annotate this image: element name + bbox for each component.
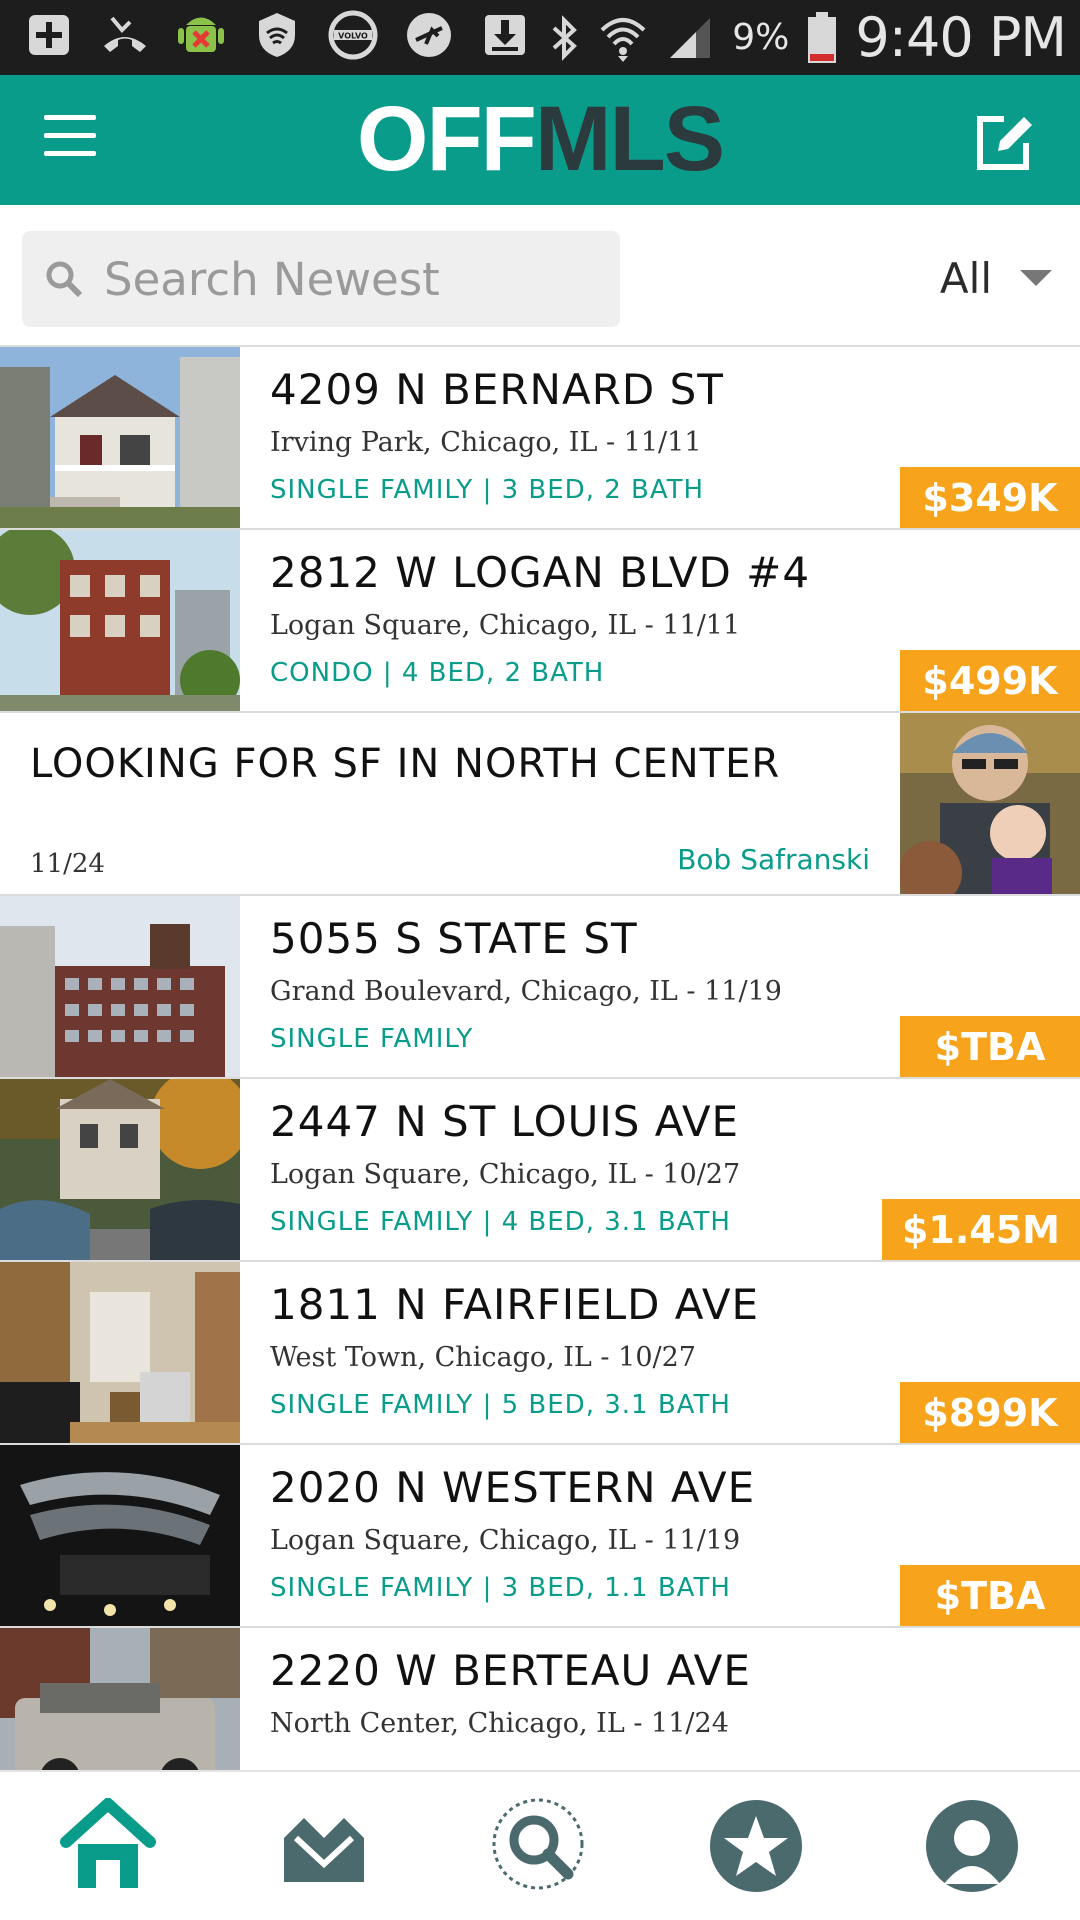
inbox-icon[interactable]: [269, 1791, 379, 1901]
clock: 9:40 PM: [855, 6, 1067, 69]
listing-photo: [0, 1445, 240, 1626]
listing-row[interactable]: 1811 N FAIRFIELD AVE West Town, Chicago,…: [0, 1262, 1080, 1445]
bottom-nav: [0, 1770, 1080, 1920]
listing-type: SINGLE FAMILY | 5 BED, 3.1 BATH: [270, 1390, 731, 1420]
price-badge: $499K: [900, 650, 1080, 711]
profile-icon[interactable]: [917, 1791, 1027, 1901]
battery-icon: [808, 11, 837, 63]
wanted-post-row[interactable]: LOOKING FOR SF IN NORTH CENTER 11/24 Bob…: [0, 713, 1080, 896]
star-icon[interactable]: [701, 1791, 811, 1901]
listing-address: 2220 W BERTEAU AVE: [270, 1646, 751, 1695]
search-box[interactable]: [22, 231, 620, 327]
listing-photo: [0, 530, 240, 711]
search-icon[interactable]: [485, 1791, 595, 1901]
status-bar: VOLVO 9% 9:40 PM: [0, 0, 1080, 75]
listing-address: 4209 N BERNARD ST: [270, 365, 724, 414]
listing-photo: [0, 1262, 240, 1443]
android-debug-icon: [174, 8, 228, 62]
search-input[interactable]: [104, 231, 604, 327]
listing-type: CONDO | 4 BED, 2 BATH: [270, 658, 605, 688]
wanted-date: 11/24: [30, 849, 105, 879]
svg-text:VOLVO: VOLVO: [338, 32, 368, 41]
add-box-icon: [22, 8, 76, 62]
wanted-author[interactable]: Bob Safranski: [677, 843, 870, 876]
volvo-icon: VOLVO: [326, 8, 380, 62]
listing-type: SINGLE FAMILY: [270, 1024, 474, 1054]
listing-row[interactable]: 2220 W BERTEAU AVE North Center, Chicago…: [0, 1628, 1080, 1770]
filter-dropdown[interactable]: All: [940, 243, 1052, 313]
price-badge: $TBA: [900, 1016, 1080, 1077]
listing-location: Logan Square, Chicago, IL - 11/19: [270, 1525, 741, 1556]
listing-type: SINGLE FAMILY | 3 BED, 1.1 BATH: [270, 1573, 731, 1603]
listing-address: 5055 S STATE ST: [270, 914, 638, 963]
system-icons: 9% 9:40 PM: [550, 0, 1067, 75]
logo-mls: MLS: [534, 88, 725, 190]
bluetooth-icon: [552, 14, 578, 61]
wanted-title: LOOKING FOR SF IN NORTH CENTER: [30, 741, 781, 787]
listing-address: 1811 N FAIRFIELD AVE: [270, 1280, 760, 1329]
search-icon: [46, 261, 83, 298]
listing-row[interactable]: 2020 N WESTERN AVE Logan Square, Chicago…: [0, 1445, 1080, 1628]
avatar: [900, 713, 1080, 894]
download-icon: [478, 8, 532, 62]
listing-list[interactable]: 4209 N BERNARD ST Irving Park, Chicago, …: [0, 347, 1080, 1770]
filter-value: All: [939, 253, 992, 303]
signal-icon: [670, 17, 711, 58]
listing-location: North Center, Chicago, IL - 11/24: [270, 1708, 729, 1739]
listing-location: Grand Boulevard, Chicago, IL - 11/19: [270, 976, 782, 1007]
logo-off: OFF: [356, 88, 537, 190]
listing-address: 2812 W LOGAN BLVD #4: [270, 548, 811, 597]
missed-call-icon: [98, 8, 152, 62]
chevron-down-icon: [1020, 270, 1052, 286]
listing-address: 2447 N ST LOUIS AVE: [270, 1097, 740, 1146]
price-badge: $1.45M: [881, 1199, 1080, 1260]
listing-address: 2020 N WESTERN AVE: [270, 1463, 756, 1512]
compose-icon[interactable]: [972, 111, 1034, 173]
price-badge: $899K: [900, 1382, 1080, 1443]
airplane-icon: [402, 8, 456, 62]
home-icon[interactable]: [53, 1791, 163, 1901]
app-logo: OFFMLS: [0, 87, 1080, 192]
notification-icons: VOLVO: [22, 8, 532, 62]
price-badge: $349K: [900, 467, 1080, 528]
listing-photo: [0, 347, 240, 528]
listing-photo: [0, 896, 240, 1077]
listing-row[interactable]: 2447 N ST LOUIS AVE Logan Square, Chicag…: [0, 1079, 1080, 1262]
wifi-icon: [600, 17, 646, 62]
search-row: All: [0, 213, 1080, 347]
listing-row[interactable]: 4209 N BERNARD ST Irving Park, Chicago, …: [0, 347, 1080, 530]
listing-location: Logan Square, Chicago, IL - 11/11: [270, 610, 741, 641]
listing-location: Logan Square, Chicago, IL - 10/27: [270, 1159, 741, 1190]
listing-photo: [0, 1628, 240, 1770]
listing-location: Irving Park, Chicago, IL - 11/11: [270, 427, 702, 458]
listing-row[interactable]: 2812 W LOGAN BLVD #4 Logan Square, Chica…: [0, 530, 1080, 713]
price-badge: $TBA: [900, 1565, 1080, 1626]
listing-location: West Town, Chicago, IL - 10/27: [270, 1342, 696, 1373]
battery-percent: 9%: [732, 17, 790, 58]
app-bar: OFFMLS: [0, 75, 1080, 205]
listing-photo: [0, 1079, 240, 1260]
listing-row[interactable]: 5055 S STATE ST Grand Boulevard, Chicago…: [0, 896, 1080, 1079]
listing-type: SINGLE FAMILY | 3 BED, 2 BATH: [270, 475, 705, 505]
listing-type: SINGLE FAMILY | 4 BED, 3.1 BATH: [270, 1207, 731, 1237]
wifi-shield-icon: [250, 8, 304, 62]
